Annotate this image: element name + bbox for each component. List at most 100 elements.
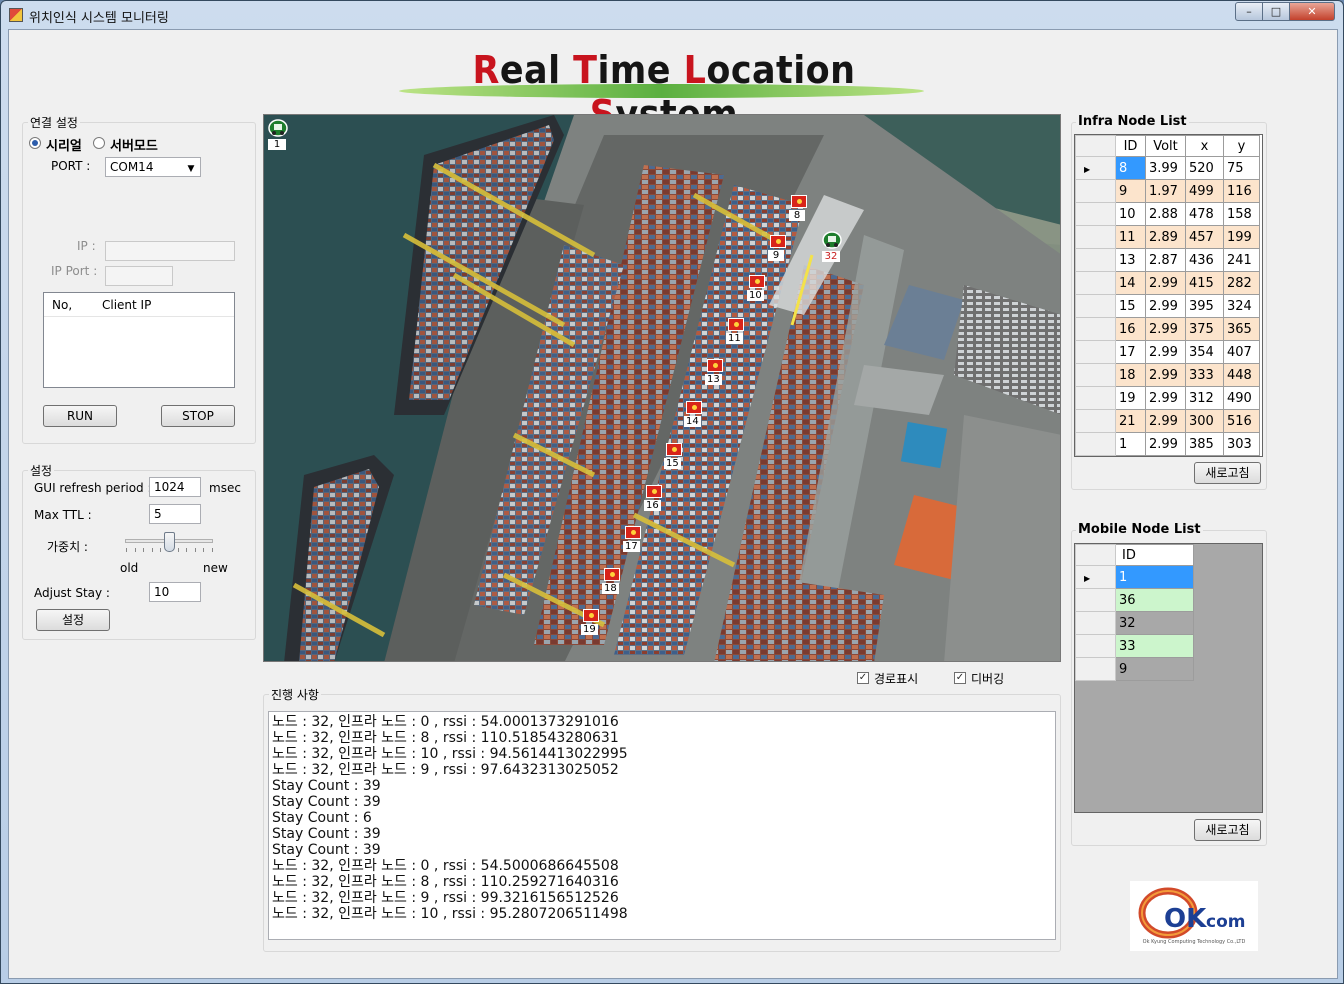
mobile-refresh-button[interactable]: 새로고침	[1194, 819, 1261, 841]
infra-node-row[interactable]: 21 2.99 300 516	[1075, 409, 1260, 433]
infra-node-row[interactable]: 14 2.99 415 282	[1075, 271, 1260, 295]
server-mode-radio[interactable]	[93, 137, 105, 149]
infra-node-row[interactable]: 1 2.99 385 303	[1075, 432, 1260, 456]
maximize-button[interactable]: □	[1262, 2, 1290, 21]
infra-cell-x[interactable]: 415	[1185, 271, 1224, 295]
infra-node-row[interactable]: 13 2.87 436 241	[1075, 248, 1260, 272]
row-header[interactable]	[1075, 179, 1116, 203]
infra-node-row[interactable]: 17 2.99 354 407	[1075, 340, 1260, 364]
infra-cell-x[interactable]: 312	[1185, 386, 1224, 410]
infra-node-marker[interactable]	[666, 443, 682, 456]
infra-cell-volt[interactable]: 2.99	[1145, 432, 1186, 456]
infra-cell-volt[interactable]: 2.88	[1145, 202, 1186, 226]
mobile-node-row[interactable]: 9	[1075, 657, 1194, 681]
location-map[interactable]: 8 9 10 11 13 14 15 16 17 18 19 1 32	[263, 114, 1061, 662]
infra-cell-x[interactable]: 300	[1185, 409, 1224, 433]
infra-cell-id[interactable]: 11	[1115, 225, 1146, 249]
progress-log[interactable]: 노드 : 32, 인프라 노드 : 0 , rssi : 54.00013732…	[268, 711, 1056, 940]
row-header[interactable]	[1075, 386, 1116, 410]
serial-radio[interactable]	[29, 137, 41, 149]
infra-cell-id[interactable]: 19	[1115, 386, 1146, 410]
infra-cell-y[interactable]: 448	[1223, 363, 1260, 387]
adjust-stay-input[interactable]: 10	[149, 582, 201, 602]
row-header[interactable]	[1075, 634, 1116, 658]
port-combo[interactable]: COM14 ▼	[105, 157, 201, 177]
ip-input[interactable]	[105, 241, 235, 261]
infra-cell-id[interactable]: 10	[1115, 202, 1146, 226]
row-header[interactable]	[1075, 432, 1116, 456]
infra-cell-id[interactable]: 9	[1115, 179, 1146, 203]
infra-column-x[interactable]: x	[1185, 135, 1224, 157]
run-button[interactable]: RUN	[43, 405, 117, 427]
infra-node-row[interactable]: 83.9952075	[1075, 156, 1260, 180]
client-ip-list[interactable]: No, Client IP	[43, 292, 235, 388]
infra-cell-id[interactable]: 8	[1115, 156, 1146, 180]
infra-cell-id[interactable]: 17	[1115, 340, 1146, 364]
current-row-arrow-icon[interactable]	[1075, 156, 1116, 180]
infra-cell-volt[interactable]: 2.99	[1145, 386, 1186, 410]
infra-cell-id[interactable]: 1	[1115, 432, 1146, 456]
infra-cell-x[interactable]: 499	[1185, 179, 1224, 203]
infra-node-row[interactable]: 18 2.99 333 448	[1075, 363, 1260, 387]
close-button[interactable]: ✕	[1289, 2, 1335, 21]
row-header[interactable]	[1075, 317, 1116, 341]
row-header[interactable]	[1075, 340, 1116, 364]
infra-cell-x[interactable]: 520	[1185, 156, 1224, 180]
infra-cell-x[interactable]: 354	[1185, 340, 1224, 364]
infra-cell-volt[interactable]: 2.99	[1145, 363, 1186, 387]
infra-cell-volt[interactable]: 3.99	[1145, 156, 1186, 180]
infra-node-marker[interactable]	[707, 359, 723, 372]
column-client-ip[interactable]: Client IP	[102, 298, 151, 312]
infra-cell-x[interactable]: 457	[1185, 225, 1224, 249]
infra-cell-y[interactable]: 199	[1223, 225, 1260, 249]
infra-node-marker[interactable]	[749, 275, 765, 288]
infra-cell-id[interactable]: 14	[1115, 271, 1146, 295]
infra-cell-volt[interactable]: 2.99	[1145, 271, 1186, 295]
row-header[interactable]	[1075, 409, 1116, 433]
infra-cell-y[interactable]: 116	[1223, 179, 1260, 203]
infra-cell-volt[interactable]: 2.89	[1145, 225, 1186, 249]
infra-cell-y[interactable]: 158	[1223, 202, 1260, 226]
infra-cell-x[interactable]: 375	[1185, 317, 1224, 341]
infra-cell-x[interactable]: 436	[1185, 248, 1224, 272]
infra-node-row[interactable]: 9 1.97 499 116	[1075, 179, 1260, 203]
title-bar[interactable]: 위치인식 시스템 모니터링 – □ ✕	[1, 1, 1343, 29]
infra-cell-id[interactable]: 15	[1115, 294, 1146, 318]
mobile-node-row[interactable]: 36	[1075, 588, 1194, 612]
infra-node-row[interactable]: 10 2.88 478 158	[1075, 202, 1260, 226]
infra-cell-y[interactable]: 407	[1223, 340, 1260, 364]
column-no[interactable]: No,	[52, 298, 72, 312]
mobile-node-grid[interactable]: ID 13632339	[1074, 543, 1263, 813]
row-header[interactable]	[1075, 588, 1116, 612]
infra-cell-y[interactable]: 303	[1223, 432, 1260, 456]
mobile-node-row[interactable]: 32	[1075, 611, 1194, 635]
infra-node-marker[interactable]	[686, 401, 702, 414]
mobile-node-row[interactable]: 33	[1075, 634, 1194, 658]
infra-cell-y[interactable]: 516	[1223, 409, 1260, 433]
infra-node-marker[interactable]	[791, 195, 807, 208]
mobile-cell-id[interactable]: 9	[1115, 657, 1194, 681]
row-header[interactable]	[1075, 202, 1116, 226]
infra-cell-y[interactable]: 490	[1223, 386, 1260, 410]
weight-slider-thumb[interactable]	[164, 532, 175, 552]
infra-cell-volt[interactable]: 1.97	[1145, 179, 1186, 203]
infra-node-marker[interactable]	[770, 235, 786, 248]
row-header[interactable]	[1075, 225, 1116, 249]
infra-node-marker[interactable]	[604, 568, 620, 581]
infra-cell-id[interactable]: 21	[1115, 409, 1146, 433]
infra-cell-y[interactable]: 282	[1223, 271, 1260, 295]
row-header[interactable]	[1075, 363, 1116, 387]
infra-cell-y[interactable]: 75	[1223, 156, 1260, 180]
infra-cell-id[interactable]: 16	[1115, 317, 1146, 341]
infra-cell-y[interactable]: 241	[1223, 248, 1260, 272]
infra-cell-volt[interactable]: 2.87	[1145, 248, 1186, 272]
mobile-cell-id[interactable]: 32	[1115, 611, 1194, 635]
infra-cell-y[interactable]: 365	[1223, 317, 1260, 341]
infra-cell-volt[interactable]: 2.99	[1145, 340, 1186, 364]
infra-column-volt[interactable]: Volt	[1145, 135, 1186, 157]
infra-cell-volt[interactable]: 2.99	[1145, 409, 1186, 433]
infra-cell-volt[interactable]: 2.99	[1145, 317, 1186, 341]
mobile-cell-id[interactable]: 1	[1115, 565, 1194, 589]
stop-button[interactable]: STOP	[161, 405, 235, 427]
minimize-button[interactable]: –	[1235, 2, 1263, 21]
